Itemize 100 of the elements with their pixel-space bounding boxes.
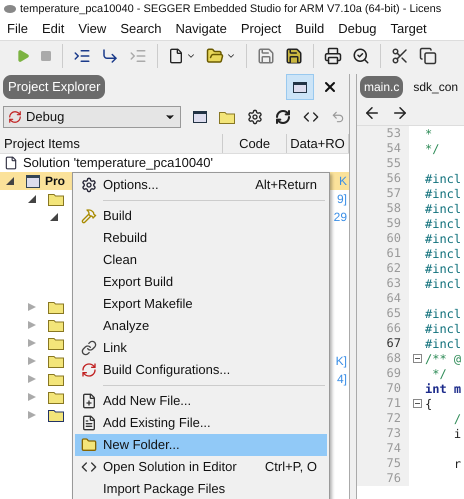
window-icon[interactable] [193, 111, 207, 123]
code-line: #incl [425, 200, 462, 218]
properties-icon[interactable] [247, 109, 263, 125]
save-icon[interactable] [257, 46, 275, 64]
panel-title-tab[interactable]: Project Explorer [3, 75, 106, 99]
code-line: /** @ [425, 350, 462, 368]
editor-tab[interactable]: sdk_con [409, 76, 462, 98]
data-size-text: 4] [336, 371, 347, 388]
line-number: 63 [357, 276, 409, 291]
code-line: i [452, 426, 462, 442]
menu-item[interactable]: Add Existing File... [75, 412, 327, 434]
new-folder-icon [81, 437, 97, 453]
line-number: 54 [357, 141, 409, 156]
new-file-icon[interactable] [168, 46, 184, 64]
shortcut-text: Ctrl+P, O [264, 458, 318, 476]
tree-item-label[interactable]: Solution 'temperature_pca10040' [23, 153, 213, 173]
line-number: 67 [357, 336, 409, 351]
menu-item[interactable]: New Folder... [75, 434, 327, 456]
open-folder-icon[interactable] [206, 46, 224, 64]
line-number: 68 [357, 351, 409, 366]
line-number: 65 [357, 306, 409, 321]
menu-item[interactable]: Export Makefile [75, 293, 327, 315]
line-number: 61 [357, 246, 409, 261]
code-line: #incl [425, 306, 462, 322]
menu-item[interactable]: Clean [75, 249, 327, 271]
code-line: #incl [425, 186, 462, 202]
menu-item[interactable]: Build [288, 19, 332, 39]
line-number: 75 [357, 456, 409, 471]
folder-icon [48, 354, 64, 368]
fold-toggle-icon[interactable] [412, 399, 422, 408]
new-file-icon [81, 393, 97, 409]
line-number: 64 [357, 291, 409, 306]
line-number: 72 [357, 411, 409, 426]
menu-item[interactable]: Build [75, 205, 327, 227]
close-icon[interactable] [322, 79, 338, 95]
line-number: 69 [357, 366, 409, 381]
project-icon [26, 174, 40, 188]
data-size-text: K [338, 173, 347, 190]
fold-toggle-icon[interactable] [412, 354, 422, 363]
menu-item[interactable]: Build Configurations... [75, 359, 327, 381]
code-line: #incl [425, 246, 462, 262]
print-icon[interactable] [324, 46, 342, 64]
code-line: / [452, 410, 462, 428]
code-line: #incl [425, 230, 462, 248]
folder-icon [48, 300, 64, 314]
window-title: temperature_pca10040 - SEGGER Embedded Studio for ARM V7.10a (64-bit) - Licens [20, 2, 442, 17]
line-number: 66 [357, 321, 409, 336]
data-size-text: 9] [336, 191, 347, 208]
step-over-icon[interactable] [101, 46, 119, 64]
cut-icon[interactable] [391, 46, 409, 64]
code-line: #incl [425, 216, 462, 232]
menu-item[interactable]: Navigate [168, 19, 234, 39]
folder-icon [219, 110, 235, 124]
link-icon [81, 340, 97, 356]
print-preview-icon[interactable] [352, 46, 370, 64]
menu-item[interactable]: Analyze [75, 315, 327, 337]
menu-item[interactable]: Import Package Files [75, 478, 327, 499]
line-number: 73 [357, 426, 409, 441]
editor-tab[interactable]: main.c [360, 76, 404, 98]
menu-item[interactable]: Edit [34, 19, 72, 39]
menu-item[interactable]: Open Solution in Editor Ctrl+P, O [75, 456, 327, 478]
code-line: #incl [425, 170, 462, 188]
menu-item[interactable]: Search [113, 19, 169, 39]
line-number: 60 [357, 231, 409, 246]
code-line: #incl [425, 336, 462, 352]
window-toggle-button[interactable] [286, 74, 314, 100]
configuration-icon [8, 110, 22, 124]
solution-icon [4, 156, 18, 170]
linked-folder-icon [48, 408, 64, 422]
menu-item[interactable]: Export Build [75, 271, 327, 293]
line-number: 70 [357, 381, 409, 396]
shortcut-text: Alt+Return [255, 176, 318, 194]
menu-item[interactable]: Options... Alt+Return [75, 174, 327, 196]
menu-item[interactable]: Target [384, 19, 434, 39]
code-line: */ [425, 140, 440, 158]
line-number: 56 [357, 171, 409, 186]
menu-item[interactable]: Link [75, 337, 327, 359]
line-number: 57 [357, 186, 409, 201]
folder-icon [48, 372, 64, 386]
code-line: #incl [425, 276, 462, 292]
tree-item-label[interactable]: Pro [45, 172, 66, 190]
code-line: */ [431, 366, 447, 382]
menu-item[interactable]: Rebuild [75, 227, 327, 249]
code-line: #incl [425, 260, 462, 278]
line-number: 62 [357, 261, 409, 276]
folder-icon [48, 318, 64, 332]
menu-item[interactable]: Project [234, 19, 288, 39]
menu-item[interactable]: View [71, 19, 114, 39]
menu-item[interactable]: Add New File... [75, 390, 327, 412]
file-icon [81, 415, 97, 431]
menu-item[interactable]: File [0, 19, 35, 39]
menu-item[interactable]: Debug [331, 19, 384, 39]
app-icon [4, 5, 16, 13]
copy-icon[interactable] [419, 46, 437, 64]
line-number: 74 [357, 441, 409, 456]
save-all-icon[interactable] [285, 46, 303, 64]
refresh-icon[interactable] [275, 109, 291, 125]
line-number: 76 [357, 471, 409, 486]
line-number: 55 [357, 156, 409, 171]
configuration-dropdown[interactable]: Debug [3, 106, 181, 128]
